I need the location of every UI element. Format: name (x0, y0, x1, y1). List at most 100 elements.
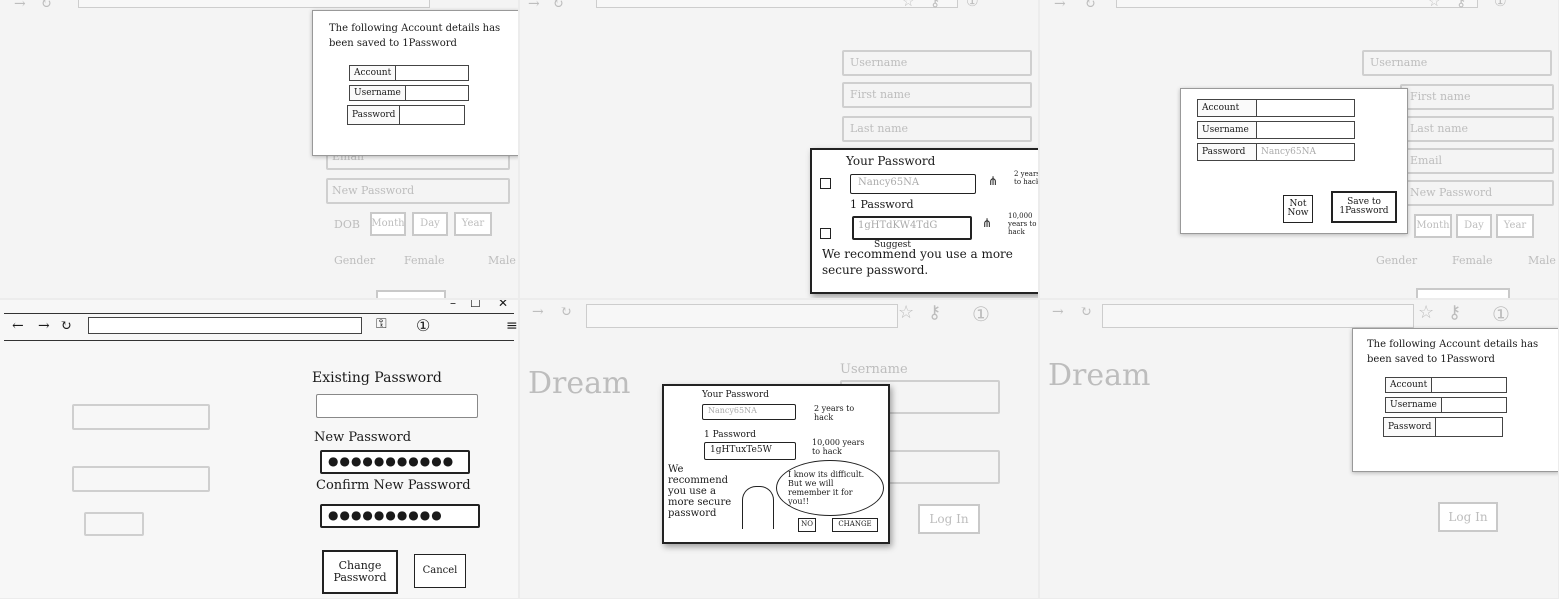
onepassword-icon[interactable]: ① (972, 302, 990, 326)
back-icon[interactable]: → (1054, 0, 1066, 12)
panel-change-password: – ☐ ✕ ← → ↻ ⚿ ① ≡ Existing Password New … (0, 300, 518, 598)
puzzle-icon[interactable]: ⚷ (1456, 0, 1466, 10)
recommend-text: We recommend you use a more secure passw… (822, 247, 1013, 277)
username-field[interactable]: Username (1197, 121, 1355, 139)
dob-month[interactable]: Month (370, 212, 406, 236)
back-icon[interactable]: ← (12, 318, 24, 334)
star-icon[interactable]: ☆ (1428, 0, 1441, 10)
bg-title: Dream (1048, 358, 1151, 393)
change-password-button[interactable]: Change Password (322, 550, 398, 594)
no-button[interactable]: NO (798, 518, 816, 532)
new-password-label: New Password (1410, 186, 1493, 199)
new-password-label: New Password (332, 184, 415, 197)
gender-female[interactable]: Female (404, 254, 445, 267)
refresh-icon[interactable]: ↻ (552, 0, 564, 12)
first-name-label: First name (1410, 90, 1471, 103)
bubble-text: I know its difficult. But we will rememb… (788, 470, 865, 506)
puzzle-icon[interactable]: ⚷ (930, 0, 940, 10)
dob-year[interactable]: Year (1496, 214, 1534, 238)
refresh-icon[interactable]: ↻ (1084, 0, 1096, 12)
left-faint-field (84, 512, 144, 536)
gender-female[interactable]: Female (1452, 254, 1493, 267)
address-bar[interactable] (78, 0, 430, 8)
onepw-checkbox[interactable] (820, 228, 831, 239)
panel-saved-details-top: → ↻ Email New Password DOB Month Day Yea… (0, 0, 518, 298)
your-password-value: Nancy65NA (858, 177, 920, 188)
submit-button[interactable] (1416, 288, 1510, 298)
password-field[interactable]: Password (1383, 417, 1503, 437)
change-button[interactable]: CHANGE (832, 518, 878, 532)
onepassword-icon[interactable]: ① (416, 316, 430, 335)
address-bar[interactable] (1102, 304, 1414, 328)
gender-male[interactable]: Male (1528, 254, 1556, 267)
saved-message: The following Account details has been s… (1367, 339, 1539, 365)
menu-icon[interactable]: ≡ (506, 318, 518, 334)
window-minimize-icon[interactable]: – (450, 300, 456, 310)
gender-male[interactable]: Male (488, 254, 516, 267)
address-bar[interactable] (88, 317, 362, 334)
your-password-value: Nancy65NA (708, 406, 757, 415)
username-label: Username (1386, 398, 1442, 412)
your-password-crack: 2 years to hack (814, 404, 855, 422)
window-close-icon[interactable]: ✕ (498, 300, 508, 310)
username-field[interactable]: Username (1385, 397, 1507, 413)
back-icon[interactable]: → (528, 0, 540, 12)
puzzle-icon[interactable]: ⚷ (1448, 302, 1461, 323)
back-icon[interactable]: → (1052, 304, 1064, 320)
onepassword-icon[interactable]: ① (966, 0, 979, 10)
not-now-button[interactable]: Not Now (1283, 195, 1313, 223)
refresh-icon[interactable]: ↻ (1080, 304, 1092, 320)
username-label: Username (1370, 56, 1428, 69)
confirm-password-field[interactable]: ●●●●●●●●●● (320, 504, 480, 528)
login-button[interactable]: Log In (918, 504, 980, 534)
dob-day[interactable]: Day (412, 212, 448, 236)
onepw-crack: 10,000 years to hack (812, 438, 865, 456)
existing-password-field[interactable] (316, 394, 478, 418)
password-field[interactable]: Password (347, 105, 465, 125)
onepw-value: 1gHTdKW4TdG (858, 220, 938, 231)
left-faint-field (72, 404, 210, 430)
recommend-text: We recommend you use a more secure passw… (668, 464, 732, 519)
refresh-icon[interactable]: ↻ (40, 0, 52, 12)
username-label: Username (850, 56, 908, 69)
account-field[interactable]: Account (349, 65, 469, 81)
login-button[interactable]: Log In (1438, 502, 1498, 532)
back-icon[interactable]: → (14, 0, 26, 12)
star-icon[interactable]: ☆ (898, 302, 914, 323)
back-icon[interactable]: → (532, 304, 544, 320)
saved-message: The following Account details has been s… (329, 23, 501, 49)
onepw-label: 1 Password (850, 198, 914, 211)
last-name-label: Last name (1410, 122, 1469, 135)
your-password-checkbox[interactable] (820, 178, 831, 189)
submit-button[interactable] (376, 290, 446, 298)
star-icon[interactable]: ☆ (902, 0, 915, 10)
refresh-icon[interactable]: ↻ (60, 318, 72, 334)
star-icon[interactable]: ☆ (1418, 302, 1434, 323)
dob-month[interactable]: Month (1414, 214, 1452, 238)
onepassword-icon[interactable]: ① (1492, 302, 1510, 326)
left-faint-field (72, 466, 210, 492)
refresh-icon[interactable]: ↻ (560, 304, 572, 320)
account-label: Account (1386, 378, 1433, 392)
password-value: Nancy65NA (1261, 147, 1316, 157)
dob-year[interactable]: Year (454, 212, 492, 236)
onepassword-icon[interactable]: ① (1494, 0, 1507, 10)
account-field[interactable]: Account (1385, 377, 1507, 393)
puzzle-icon[interactable]: ⚷ (928, 302, 941, 323)
onepw-label: 1 Password (704, 430, 757, 440)
forward-icon[interactable]: → (38, 318, 50, 334)
gender-label: Gender (1376, 254, 1418, 267)
password-label: Password (348, 106, 401, 124)
username-field[interactable]: Username (349, 85, 469, 101)
cancel-button[interactable]: Cancel (414, 554, 466, 588)
onepw-crack: 10,000 years to hack (1008, 212, 1037, 236)
address-bar[interactable] (586, 304, 898, 328)
save-to-onepassword-button[interactable]: Save to 1Password (1331, 191, 1397, 223)
address-bar[interactable] (1116, 0, 1478, 8)
dob-day[interactable]: Day (1456, 214, 1492, 238)
key-icon[interactable]: ⚿ (376, 316, 387, 332)
new-password-field[interactable]: ●●●●●●●●●●● (320, 450, 470, 474)
window-maximize-icon[interactable]: ☐ (470, 300, 481, 310)
password-field[interactable]: Password Nancy65NA (1197, 143, 1355, 161)
account-field[interactable]: Account (1197, 99, 1355, 117)
